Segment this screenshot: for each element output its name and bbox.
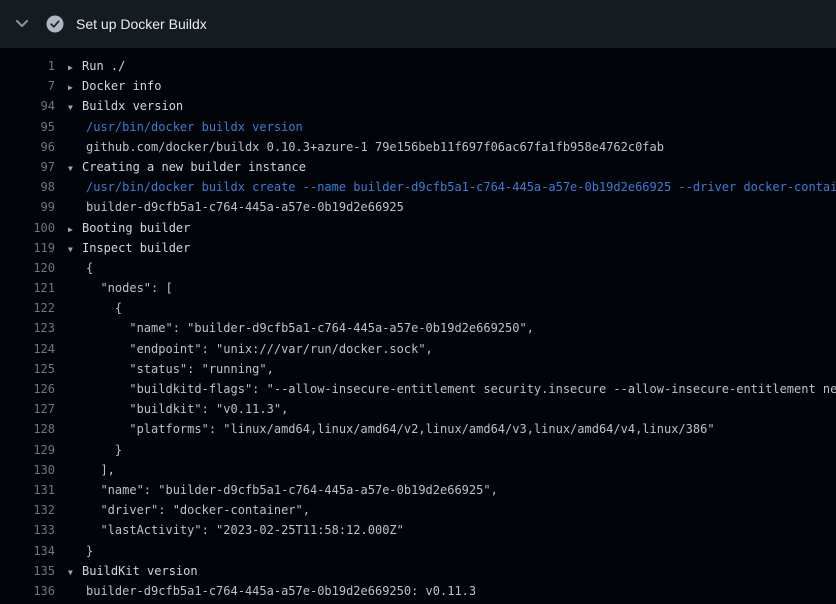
log-text: Run ./ [82,56,125,76]
log-text: Buildx version [82,96,183,116]
line-number[interactable]: 127 [0,399,55,419]
log-line: 128 "platforms": "linux/amd64,linux/amd6… [0,419,836,439]
log-text: "status": "running", [86,359,274,379]
line-number[interactable]: 95 [0,117,55,137]
group-expand-icon: ▶ [68,78,82,96]
line-number[interactable]: 98 [0,177,55,197]
log-line: 121 "nodes": [ [0,278,836,298]
log-text: "driver": "docker-container", [86,500,310,520]
log-text: "platforms": "linux/amd64,linux/amd64/v2… [86,419,715,439]
log-line[interactable]: 7 ▶ Docker info [0,76,836,96]
log-text: github.com/docker/buildx 0.10.3+azure-1 … [86,137,664,157]
log-line: 123 "name": "builder-d9cfb5a1-c764-445a-… [0,318,836,338]
line-number[interactable]: 132 [0,500,55,520]
log-line: 124 "endpoint": "unix:///var/run/docker.… [0,339,836,359]
log-line[interactable]: 94 ▼ Buildx version [0,96,836,116]
line-number[interactable]: 119 [0,238,55,258]
log-text: /usr/bin/docker buildx version [86,117,303,137]
log-line: 132 "driver": "docker-container", [0,500,836,520]
log-text: "nodes": [ [86,278,173,298]
step-title: Set up Docker Buildx [76,16,207,32]
line-number[interactable]: 97 [0,157,55,177]
log-text: Creating a new builder instance [82,157,306,177]
group-collapse-icon: ▼ [68,240,82,258]
group-collapse-icon: ▼ [68,563,82,581]
log-text: "endpoint": "unix:///var/run/docker.sock… [86,339,433,359]
line-number[interactable]: 134 [0,541,55,561]
step-header[interactable]: Set up Docker Buildx [0,0,836,48]
log-line: 133 "lastActivity": "2023-02-25T11:58:12… [0,520,836,540]
log-line: 129 } [0,440,836,460]
log-text: Booting builder [82,218,190,238]
check-circle-icon [46,15,64,33]
log-line: 98 /usr/bin/docker buildx create --name … [0,177,836,197]
log-text: } [86,440,122,460]
line-number[interactable]: 133 [0,520,55,540]
line-number[interactable]: 130 [0,460,55,480]
line-number[interactable]: 94 [0,96,55,116]
line-number[interactable]: 129 [0,440,55,460]
chevron-down-icon[interactable] [16,19,30,29]
line-number[interactable]: 126 [0,379,55,399]
log-text: Docker info [82,76,161,96]
line-number[interactable]: 128 [0,419,55,439]
log-line: 99 builder-d9cfb5a1-c764-445a-a57e-0b19d… [0,197,836,217]
log-line: 122 { [0,298,836,318]
log-line: 95 /usr/bin/docker buildx version [0,117,836,137]
log-text: builder-d9cfb5a1-c764-445a-a57e-0b19d2e6… [86,197,404,217]
group-expand-icon: ▶ [68,220,82,238]
log-line: 127 "buildkit": "v0.11.3", [0,399,836,419]
log-text: { [86,298,122,318]
log-line[interactable]: 100 ▶ Booting builder [0,218,836,238]
log-line: 136 builder-d9cfb5a1-c764-445a-a57e-0b19… [0,581,836,601]
line-number[interactable]: 96 [0,137,55,157]
line-number[interactable]: 123 [0,318,55,338]
log-text: ], [86,460,115,480]
line-number[interactable]: 7 [0,76,55,96]
log-line[interactable]: 135 ▼ BuildKit version [0,561,836,581]
log-text: Inspect builder [82,238,190,258]
line-number[interactable]: 1 [0,56,55,76]
log-line: 126 "buildkitd-flags": "--allow-insecure… [0,379,836,399]
log-text: "buildkitd-flags": "--allow-insecure-ent… [86,379,836,399]
line-number[interactable]: 121 [0,278,55,298]
log-line: 96 github.com/docker/buildx 0.10.3+azure… [0,137,836,157]
log-text: "lastActivity": "2023-02-25T11:58:12.000… [86,520,404,540]
line-number[interactable]: 100 [0,218,55,238]
line-number[interactable]: 99 [0,197,55,217]
line-number[interactable]: 135 [0,561,55,581]
log-line[interactable]: 97 ▼ Creating a new builder instance [0,157,836,177]
log-text: "name": "builder-d9cfb5a1-c764-445a-a57e… [86,480,498,500]
line-number[interactable]: 131 [0,480,55,500]
line-number[interactable]: 124 [0,339,55,359]
log-line: 120 { [0,258,836,278]
log-line[interactable]: 119 ▼ Inspect builder [0,238,836,258]
log-text: { [86,258,93,278]
line-number[interactable]: 136 [0,581,55,601]
log-line[interactable]: 1 ▶ Run ./ [0,56,836,76]
log-line: 131 "name": "builder-d9cfb5a1-c764-445a-… [0,480,836,500]
group-collapse-icon: ▼ [68,98,82,116]
line-number[interactable]: 125 [0,359,55,379]
log-text: builder-d9cfb5a1-c764-445a-a57e-0b19d2e6… [86,581,476,601]
log-text: BuildKit version [82,561,198,581]
log-text: } [86,541,93,561]
log-line: 125 "status": "running", [0,359,836,379]
log-text: "buildkit": "v0.11.3", [86,399,288,419]
group-expand-icon: ▶ [68,58,82,76]
log-text: "name": "builder-d9cfb5a1-c764-445a-a57e… [86,318,534,338]
log-viewer: 1 ▶ Run ./ 7 ▶ Docker info 94 ▼ Buildx v… [0,48,836,601]
log-text: /usr/bin/docker buildx create --name bui… [86,177,836,197]
log-line: 130 ], [0,460,836,480]
line-number[interactable]: 122 [0,298,55,318]
group-collapse-icon: ▼ [68,159,82,177]
log-line: 134 } [0,541,836,561]
line-number[interactable]: 120 [0,258,55,278]
